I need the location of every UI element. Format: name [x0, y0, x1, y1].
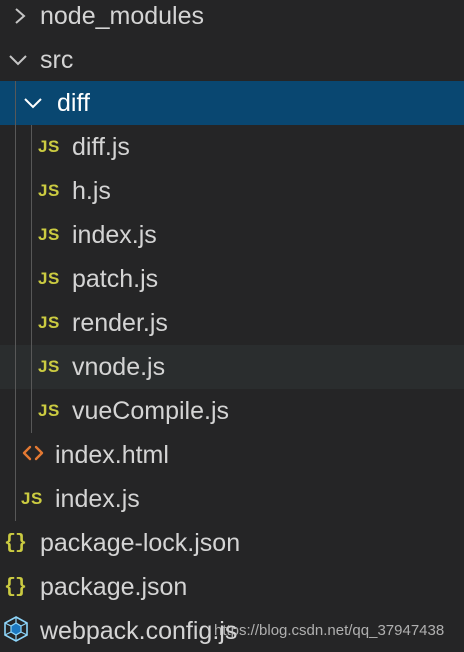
indent-guide — [15, 257, 16, 301]
tree-item-label: index.js — [72, 220, 157, 249]
indent-guide — [15, 301, 16, 345]
tree-item-label: package-lock.json — [40, 528, 241, 557]
tree-item-label: webpack.config.js — [40, 616, 238, 645]
tree-item-label: index.js — [55, 484, 140, 513]
webpack-icon — [4, 615, 40, 647]
tree-item-label: src — [40, 45, 74, 74]
tree-item-label: diff.js — [72, 132, 130, 161]
tree-item-index-js[interactable]: JS index.js — [0, 213, 464, 257]
javascript-file-icon: JS — [38, 269, 60, 288]
javascript-file-icon: JS — [21, 489, 43, 508]
indent-guide — [31, 257, 32, 301]
tree-item-package-json[interactable]: {} package.json — [0, 565, 464, 609]
tree-item-node-modules[interactable]: node_modules — [0, 0, 464, 38]
tree-item-src-index-js[interactable]: JS index.js — [0, 477, 464, 521]
tree-item-label: vnode.js — [72, 352, 166, 381]
javascript-file-icon: JS — [38, 401, 60, 420]
tree-item-package-lock-json[interactable]: {} package-lock.json — [0, 521, 464, 565]
tree-item-label: node_modules — [40, 1, 205, 30]
indent-guide — [31, 125, 32, 169]
tree-item-label: patch.js — [72, 264, 159, 293]
indent-guide — [31, 213, 32, 257]
tree-item-index-html[interactable]: index.html — [0, 433, 464, 477]
tree-item-label: index.html — [55, 440, 169, 469]
file-explorer: node_modules src diff JS diff.js JS h.js… — [0, 0, 464, 652]
tree-item-render-js[interactable]: JS render.js — [0, 301, 464, 345]
indent-guide — [31, 345, 32, 389]
tree-item-vnode-js[interactable]: JS vnode.js — [0, 345, 464, 389]
watermark-text: https://blog.csdn.net/qq_37947438 — [214, 622, 445, 639]
html-file-icon — [21, 443, 55, 468]
tree-item-label: package.json — [40, 572, 188, 601]
indent-guide — [31, 169, 32, 213]
tree-item-src[interactable]: src — [0, 38, 464, 82]
javascript-file-icon: JS — [38, 357, 60, 376]
json-file-icon: {} — [4, 531, 27, 555]
tree-item-h-js[interactable]: JS h.js — [0, 169, 464, 213]
indent-guide — [15, 213, 16, 257]
tree-item-label: diff — [57, 88, 90, 117]
tree-item-diff[interactable]: diff — [0, 81, 464, 125]
indent-guide — [15, 169, 16, 213]
chevron-down-icon[interactable] — [7, 49, 29, 71]
indent-guide — [15, 389, 16, 433]
tree-item-label: h.js — [72, 176, 111, 205]
javascript-file-icon: JS — [38, 137, 60, 156]
javascript-file-icon: JS — [38, 181, 60, 200]
indent-guide — [31, 389, 32, 433]
json-file-icon: {} — [4, 575, 27, 599]
indent-guide — [15, 477, 16, 521]
tree-item-label: vueCompile.js — [72, 396, 230, 425]
javascript-file-icon: JS — [38, 225, 60, 244]
chevron-down-icon[interactable] — [22, 92, 44, 114]
indent-guide — [15, 81, 16, 125]
indent-guide — [31, 301, 32, 345]
chevron-right-icon[interactable] — [9, 5, 31, 27]
javascript-file-icon: JS — [38, 313, 60, 332]
tree-item-diff-js[interactable]: JS diff.js — [0, 125, 464, 169]
indent-guide — [15, 125, 16, 169]
tree-item-label: render.js — [72, 308, 168, 337]
tree-item-vuecompile-js[interactable]: JS vueCompile.js — [0, 389, 464, 433]
indent-guide — [15, 345, 16, 389]
indent-guide — [15, 433, 16, 477]
tree-item-patch-js[interactable]: JS patch.js — [0, 257, 464, 301]
